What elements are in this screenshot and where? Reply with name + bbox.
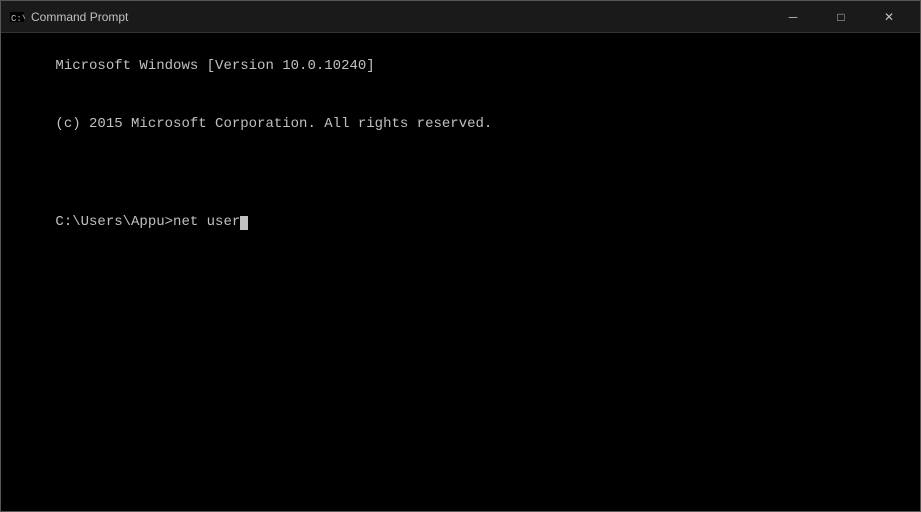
version-line: Microsoft Windows [Version 10.0.10240] [55,58,374,74]
cmd-window: C:\ Command Prompt ─ □ ✕ Microsoft Windo… [0,0,921,512]
cursor [240,216,248,230]
maximize-button[interactable]: □ [818,2,864,32]
copyright-line: (c) 2015 Microsoft Corporation. All righ… [55,116,492,132]
minimize-button[interactable]: ─ [770,2,816,32]
console-output: Microsoft Windows [Version 10.0.10240] (… [5,37,916,253]
svg-text:C:\: C:\ [11,14,25,24]
window-title: Command Prompt [31,10,128,24]
console-body[interactable]: Microsoft Windows [Version 10.0.10240] (… [1,33,920,511]
title-bar: C:\ Command Prompt ─ □ ✕ [1,1,920,33]
close-button[interactable]: ✕ [866,2,912,32]
prompt-line: C:\Users\Appu>net user [55,214,240,230]
title-bar-controls: ─ □ ✕ [770,2,912,32]
cmd-icon: C:\ [9,9,25,25]
title-bar-left: C:\ Command Prompt [9,9,128,25]
